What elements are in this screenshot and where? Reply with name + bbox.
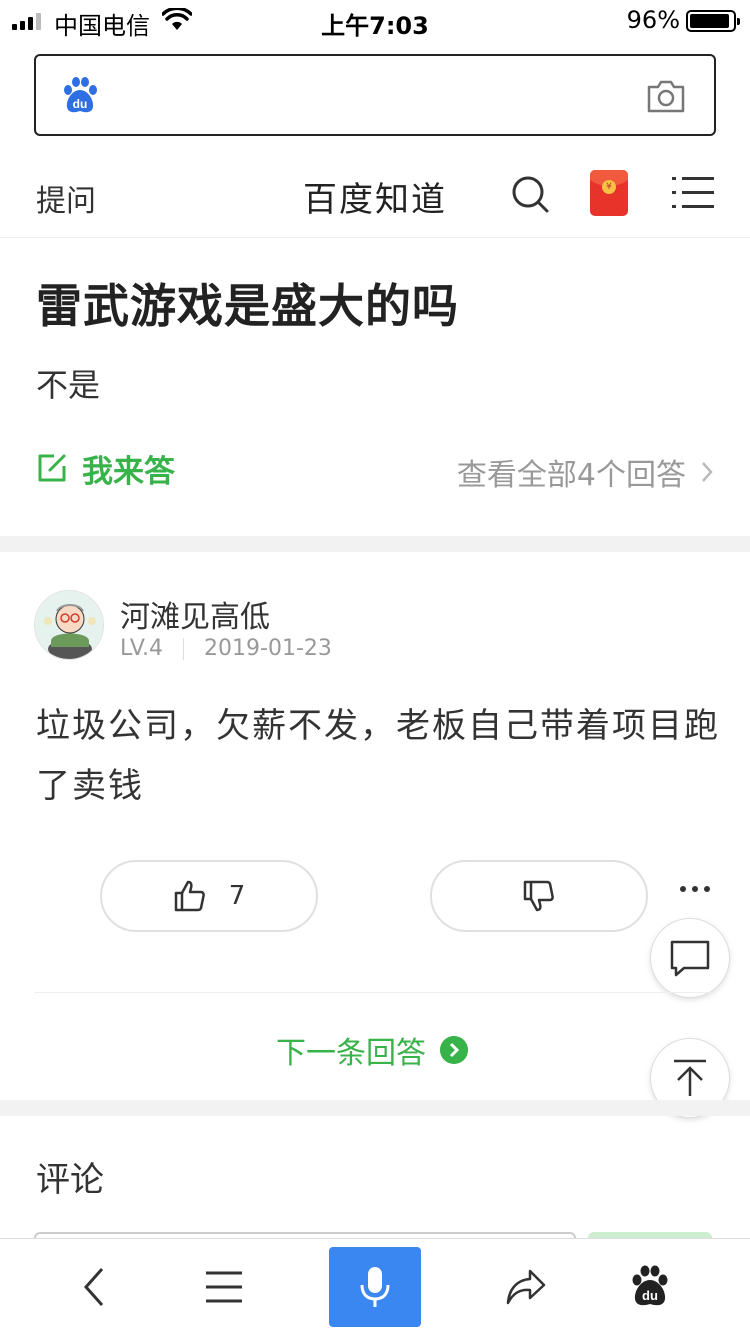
back-button[interactable] bbox=[50, 1249, 142, 1325]
like-button[interactable]: 7 bbox=[100, 860, 318, 932]
baidu-home-icon: du bbox=[632, 1265, 668, 1306]
svg-text:du: du bbox=[73, 97, 88, 111]
question-title: 雷武游戏是盛大的吗 bbox=[36, 279, 459, 333]
view-all-answers-label: 查看全部4个回答 bbox=[456, 458, 686, 493]
top-nav: 提问 百度知道 ¥ bbox=[0, 150, 750, 238]
camera-icon[interactable] bbox=[646, 78, 686, 114]
answerer-name[interactable]: 河滩见高低 bbox=[120, 592, 270, 636]
answer-divider bbox=[34, 992, 716, 993]
baidu-paw-icon: du bbox=[64, 77, 97, 113]
like-count: 7 bbox=[228, 881, 246, 911]
search-input[interactable]: du bbox=[34, 54, 716, 136]
comment-button[interactable] bbox=[650, 918, 730, 998]
question-best-answer: 不是 bbox=[36, 366, 101, 404]
mic-icon bbox=[360, 1267, 390, 1307]
back-icon bbox=[83, 1268, 104, 1306]
section-divider bbox=[0, 1100, 750, 1116]
user-level: LV.4 bbox=[120, 636, 164, 661]
next-answer-label: 下一条回答 bbox=[276, 1036, 426, 1071]
search-icon[interactable] bbox=[510, 174, 550, 214]
more-icon[interactable] bbox=[680, 886, 720, 902]
red-packet-icon[interactable]: ¥ bbox=[590, 170, 628, 216]
list-icon bbox=[206, 1271, 242, 1303]
next-answer-link[interactable]: 下一条回答 bbox=[276, 1028, 468, 1072]
home-button[interactable]: du bbox=[604, 1249, 696, 1325]
voice-search-button[interactable] bbox=[329, 1247, 421, 1327]
chevron-right-icon bbox=[702, 462, 713, 482]
meta-divider bbox=[183, 637, 185, 660]
list-button[interactable] bbox=[178, 1249, 270, 1325]
battery-icon bbox=[686, 10, 740, 32]
page-title: 百度知道 bbox=[303, 180, 447, 220]
back-to-top-icon bbox=[674, 1059, 706, 1096]
share-button[interactable] bbox=[480, 1249, 572, 1325]
status-bar: 中国电信 上午7:03 96% bbox=[0, 0, 750, 40]
section-divider bbox=[0, 536, 750, 552]
write-answer-button[interactable]: 我来答 bbox=[36, 448, 175, 490]
avatar[interactable] bbox=[34, 590, 104, 660]
thumbs-up-icon bbox=[174, 880, 205, 912]
bottom-toolbar: du bbox=[0, 1238, 750, 1334]
view-all-answers-link[interactable]: 查看全部4个回答 bbox=[457, 450, 714, 494]
answer-body: 垃圾公司，欠薪不发，老板自己带着项目跑了卖钱 bbox=[36, 706, 720, 806]
write-answer-label: 我来答 bbox=[82, 453, 175, 490]
menu-icon[interactable] bbox=[672, 174, 714, 212]
answer-meta: LV.4 2019-01-23 bbox=[120, 636, 332, 661]
svg-text:du: du bbox=[642, 1288, 658, 1303]
edit-icon bbox=[38, 454, 66, 482]
answer-date: 2019-01-23 bbox=[204, 636, 332, 661]
comments-title: 评论 bbox=[36, 1160, 104, 1200]
comment-icon bbox=[670, 940, 710, 977]
dislike-button[interactable] bbox=[430, 860, 648, 932]
battery-percent: 96% bbox=[626, 6, 680, 34]
thumbs-down-icon bbox=[523, 880, 554, 912]
share-icon bbox=[506, 1269, 546, 1305]
chevron-right-icon bbox=[440, 1036, 468, 1064]
